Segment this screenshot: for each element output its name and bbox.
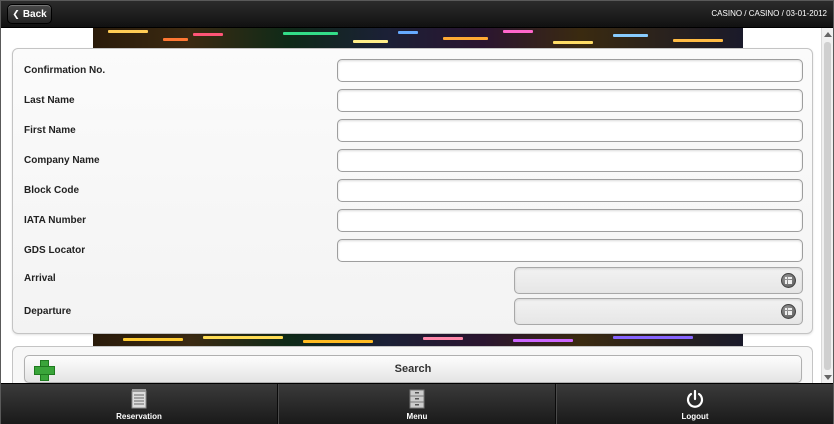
- last-name-label: Last Name: [24, 95, 75, 106]
- first-name-input[interactable]: [337, 119, 803, 142]
- search-panel: Search: [12, 346, 813, 386]
- iata-number-label: IATA Number: [24, 215, 87, 226]
- company-name-label: Company Name: [24, 155, 100, 166]
- field-row-departure: Departure: [13, 298, 812, 325]
- confirmation-label: Confirmation No.: [24, 65, 106, 76]
- back-button[interactable]: ❮ Back: [7, 4, 52, 24]
- first-name-label: First Name: [24, 125, 76, 136]
- field-row-arrival: Arrival: [13, 267, 812, 294]
- search-button[interactable]: Search: [24, 355, 802, 383]
- field-row-company-name: Company Name: [13, 149, 812, 173]
- departure-date-input[interactable]: [514, 298, 803, 325]
- field-row-confirmation: Confirmation No.: [13, 59, 812, 83]
- search-button-label: Search: [394, 363, 432, 375]
- cabinet-icon: [409, 389, 425, 409]
- nav-label-menu: Menu: [406, 412, 428, 421]
- arrival-label: Arrival: [24, 273, 56, 284]
- iata-number-input[interactable]: [337, 209, 803, 232]
- header-bar: ❮ Back CASINO / CASINO / 03-01-2012: [1, 1, 833, 28]
- calendar-icon[interactable]: [781, 304, 796, 319]
- gds-locator-input[interactable]: [337, 239, 803, 262]
- notepad-icon: [131, 389, 147, 409]
- field-row-first-name: First Name: [13, 119, 812, 143]
- nav-item-logout[interactable]: Logout: [556, 384, 833, 424]
- scroll-up-arrow-icon[interactable]: [824, 32, 832, 37]
- departure-label: Departure: [24, 306, 72, 317]
- property-date-info: CASINO / CASINO / 03-01-2012: [711, 9, 827, 18]
- vertical-scrollbar[interactable]: [821, 28, 833, 384]
- nav-item-reservation[interactable]: Reservation: [1, 384, 278, 424]
- block-code-input[interactable]: [337, 179, 803, 202]
- field-row-iata-number: IATA Number: [13, 209, 812, 233]
- chevron-left-icon: ❮: [12, 8, 20, 19]
- last-name-input[interactable]: [337, 89, 803, 112]
- back-button-label: Back: [22, 8, 47, 20]
- scroll-down-arrow-icon[interactable]: [824, 375, 832, 380]
- calendar-icon[interactable]: [781, 273, 796, 288]
- company-name-input[interactable]: [337, 149, 803, 172]
- gds-locator-label: GDS Locator: [24, 245, 86, 256]
- nav-label-logout: Logout: [681, 412, 709, 421]
- background-city-image-bottom: [93, 334, 743, 346]
- background-city-image: [93, 28, 743, 48]
- arrival-date-input[interactable]: [514, 267, 803, 294]
- power-icon: [686, 389, 704, 408]
- field-row-block-code: Block Code: [13, 179, 812, 203]
- bottom-navigation: Reservation Menu Logout: [1, 383, 833, 424]
- scrollbar-thumb[interactable]: [824, 42, 831, 370]
- reservation-search-form: Confirmation No. Last Name First Name Co…: [12, 48, 813, 334]
- field-row-gds-locator: GDS Locator: [13, 239, 812, 263]
- nav-label-reservation: Reservation: [116, 412, 162, 421]
- confirmation-input[interactable]: [337, 59, 803, 82]
- nav-item-menu[interactable]: Menu: [278, 384, 556, 424]
- field-row-last-name: Last Name: [13, 89, 812, 113]
- block-code-label: Block Code: [24, 185, 80, 196]
